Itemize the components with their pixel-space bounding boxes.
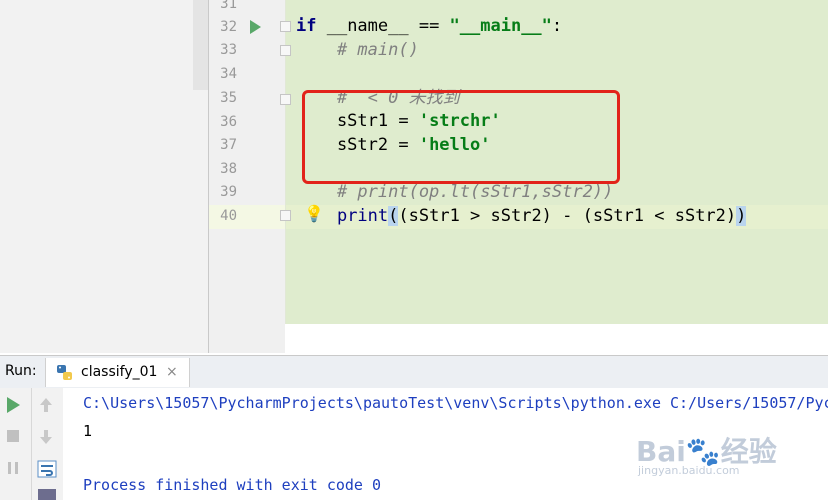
rerun-icon[interactable] bbox=[5, 396, 21, 414]
line-number: 32 bbox=[220, 19, 237, 35]
line-number: 35 bbox=[220, 90, 237, 106]
print-function: print bbox=[336, 206, 389, 226]
line-number: 33 bbox=[220, 42, 237, 58]
toolbar-separator bbox=[31, 388, 32, 500]
close-icon[interactable]: × bbox=[166, 364, 178, 380]
keyword-if: if bbox=[296, 16, 317, 36]
watermark-url: jingyan.baidu.com bbox=[638, 464, 740, 477]
code-line-33: # main() bbox=[296, 40, 419, 60]
code-line-40: print((sStr1 > sStr2) - (sStr1 < sStr2)) bbox=[296, 205, 747, 228]
line-number: 34 bbox=[220, 66, 237, 82]
line-number: 38 bbox=[220, 161, 237, 177]
paren-open: ( bbox=[388, 206, 399, 226]
python-icon bbox=[56, 364, 73, 385]
fold-icon[interactable] bbox=[280, 21, 291, 32]
code-text: (sStr1 > sStr2) - (sStr1 < sStr2) bbox=[398, 206, 737, 226]
line-number: 40 bbox=[220, 208, 237, 224]
line-number: 37 bbox=[220, 137, 237, 153]
panel-scroll-strip[interactable] bbox=[193, 0, 208, 90]
line-number: 31 bbox=[220, 0, 237, 12]
stop-icon[interactable] bbox=[5, 428, 21, 444]
pause-icon[interactable] bbox=[5, 460, 21, 476]
arrow-down-icon[interactable] bbox=[38, 428, 54, 446]
line-number: 39 bbox=[220, 184, 237, 200]
arrow-up-icon[interactable] bbox=[38, 396, 54, 414]
fold-icon[interactable] bbox=[280, 210, 291, 221]
console-result: 1 bbox=[83, 422, 93, 440]
code-line-32: if __name__ == "__main__": bbox=[296, 15, 562, 38]
code-line-39: # print(op.lt(sStr1,sStr2)) bbox=[296, 182, 614, 202]
settings-tool-icon[interactable] bbox=[37, 488, 57, 500]
console-exit-message: Process finished with exit code 0 bbox=[83, 476, 382, 494]
run-arrow-icon[interactable] bbox=[250, 20, 261, 34]
fold-icon[interactable] bbox=[280, 94, 291, 105]
baidu-watermark: Bai🐾经验 jingyan.baidu.com bbox=[636, 430, 777, 477]
console-toolbar bbox=[0, 388, 63, 500]
run-label: Run: bbox=[5, 363, 37, 379]
project-panel bbox=[0, 0, 208, 353]
run-tool-window-header: Run: classify_01 × bbox=[0, 355, 828, 389]
line-number: 36 bbox=[220, 114, 237, 130]
soft-wrap-icon[interactable] bbox=[37, 460, 57, 478]
annotation-box-code bbox=[302, 90, 620, 184]
code-text: : bbox=[551, 16, 563, 36]
console-command-line: C:\Users\15057\PycharmProjects\pautoTest… bbox=[83, 394, 828, 412]
string-literal: "__main__" bbox=[449, 16, 552, 36]
code-text: __name__ == bbox=[316, 16, 450, 36]
run-tab-classify[interactable]: classify_01 × bbox=[45, 358, 190, 387]
paren-close: ) bbox=[736, 206, 747, 226]
fold-icon[interactable] bbox=[280, 45, 291, 56]
run-tab-label: classify_01 bbox=[81, 364, 158, 380]
